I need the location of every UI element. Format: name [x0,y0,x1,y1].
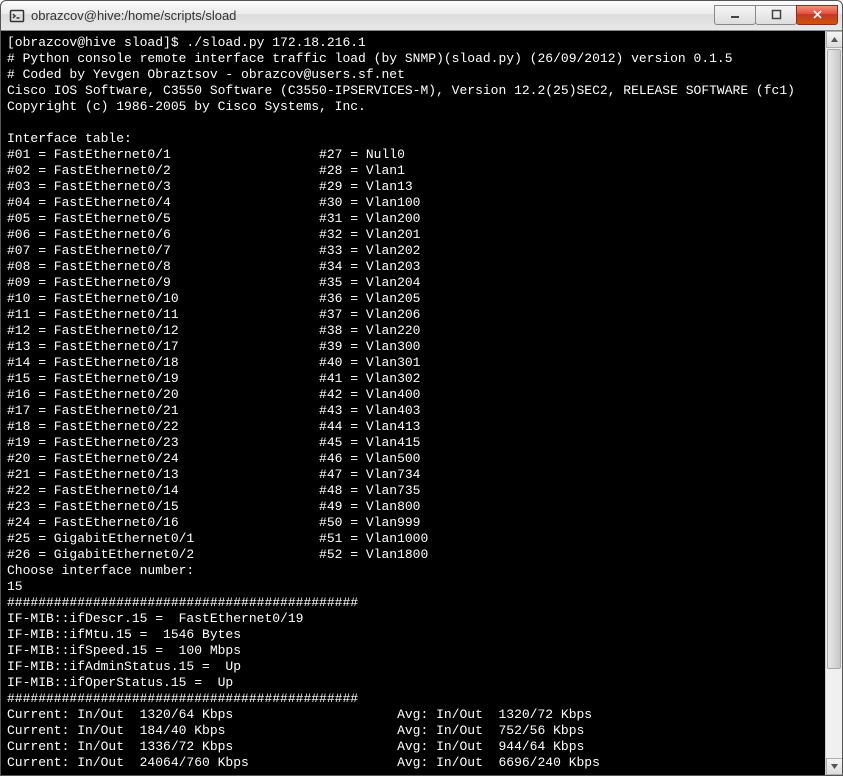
terminal-icon [9,8,25,24]
window-controls [715,7,838,25]
scrollbar-vertical[interactable] [825,31,842,775]
title-bar[interactable]: obrazcov@hive:/home/scripts/sload [1,1,842,31]
scroll-up-button[interactable] [826,31,843,48]
scroll-down-button[interactable] [826,758,843,775]
app-window: obrazcov@hive:/home/scripts/sload [obraz… [0,0,843,776]
terminal-area: [obrazcov@hive sload]$ ./sload.py 172.18… [1,31,842,775]
window-title: obrazcov@hive:/home/scripts/sload [31,8,715,23]
scroll-thumb[interactable] [827,49,841,669]
terminal-output[interactable]: [obrazcov@hive sload]$ ./sload.py 172.18… [1,31,842,775]
maximize-button[interactable] [755,5,797,25]
minimize-button[interactable] [714,5,756,25]
close-button[interactable] [796,5,838,25]
